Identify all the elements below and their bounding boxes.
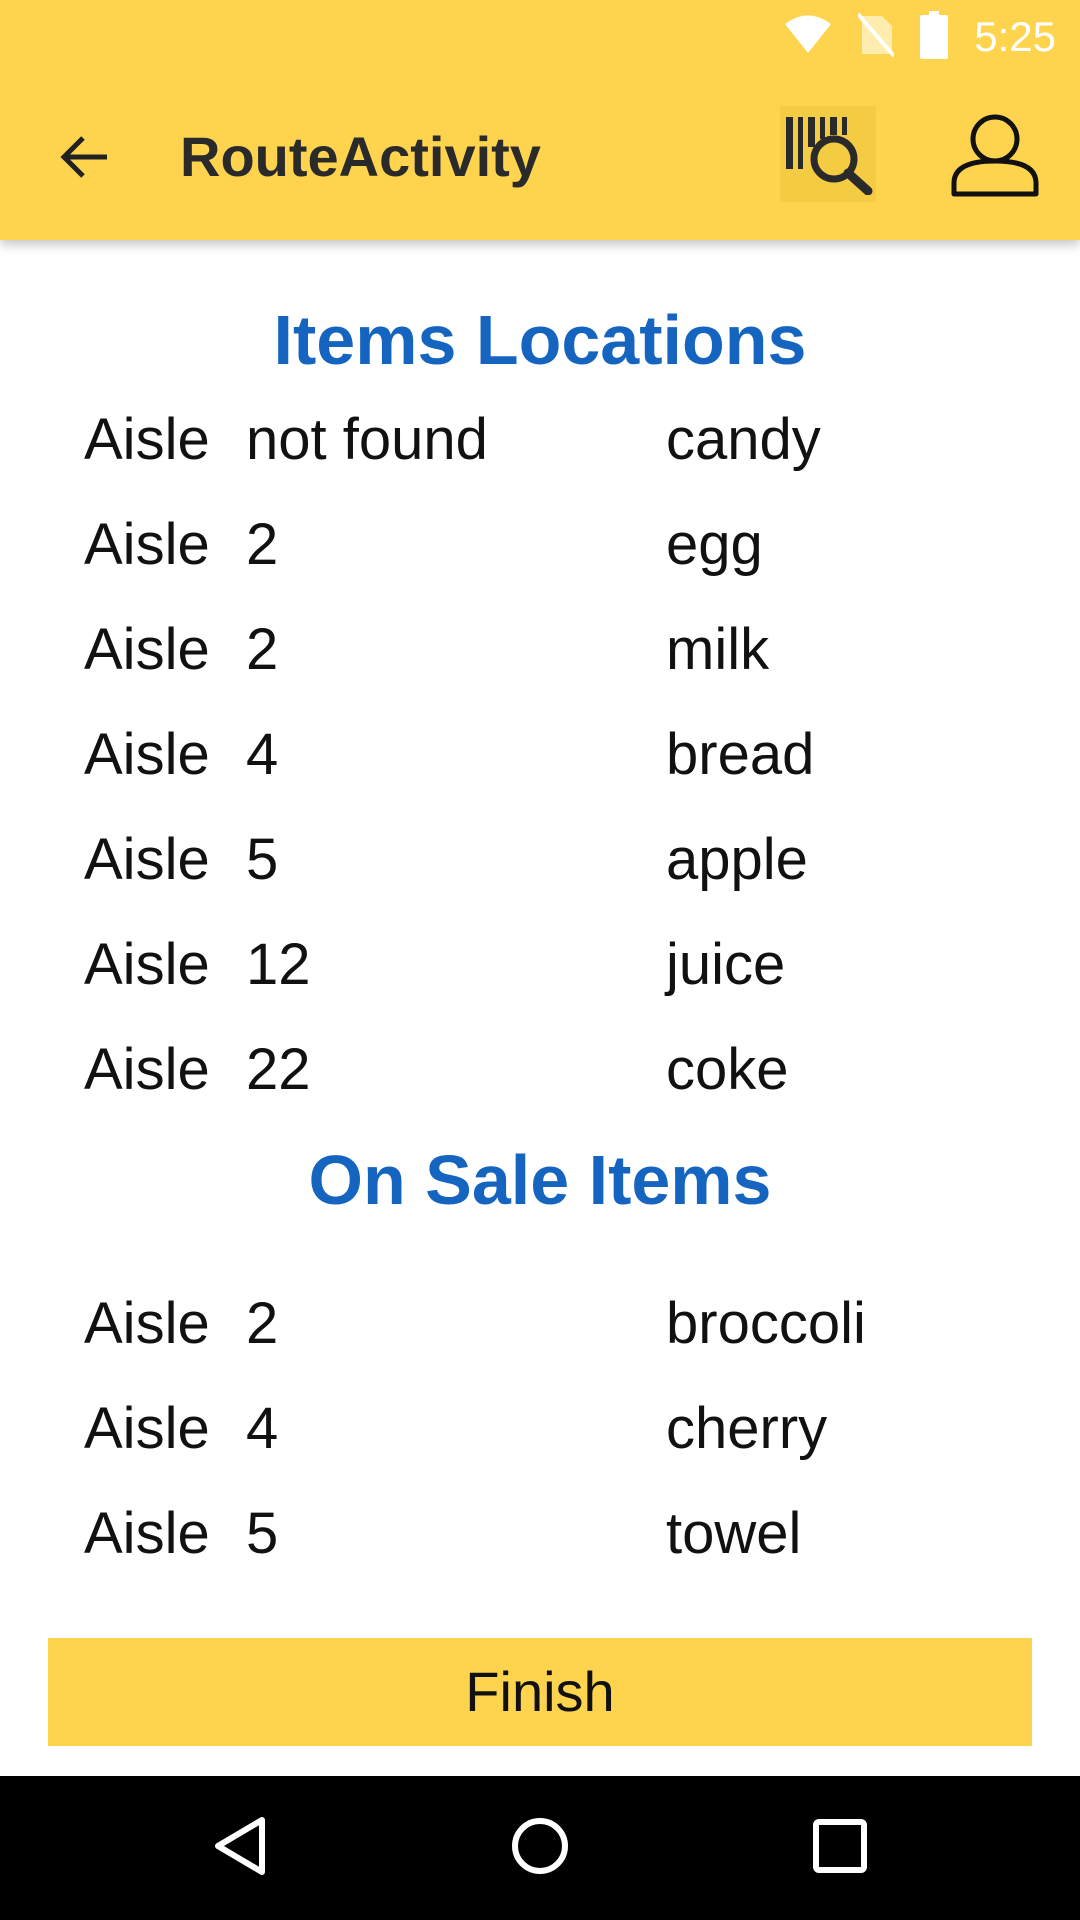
list-item: Aisle not found candy [84, 400, 1044, 480]
aisle-label: Aisle [84, 512, 210, 577]
person-icon [951, 113, 1039, 202]
route-activity-screen: 5:25 RouteActivity Items Locations Aisle… [0, 0, 1080, 1920]
item-name: towel [666, 1501, 802, 1566]
item-name: apple [666, 827, 808, 892]
toolbar: RouteActivity [0, 75, 1080, 240]
app-bar: 5:25 RouteActivity [0, 0, 1080, 240]
arrow-back-icon [59, 134, 109, 185]
item-name: cherry [666, 1396, 828, 1461]
nav-home-button[interactable] [490, 1798, 590, 1898]
list-item: Aisle 4 bread [84, 715, 1044, 795]
wifi-icon [784, 15, 832, 60]
no-sim-icon [856, 12, 896, 63]
aisle-number: 5 [246, 827, 279, 892]
aisle-number: 22 [246, 1037, 311, 1102]
barcode-search-icon [782, 109, 874, 200]
battery-icon [920, 10, 949, 64]
aisle-label: Aisle [84, 722, 210, 787]
aisle-label: Aisle [84, 407, 210, 472]
list-item: Aisle 5 towel [84, 1494, 1044, 1574]
item-name: broccoli [666, 1291, 866, 1356]
status-bar: 5:25 [0, 0, 1080, 75]
item-name: bread [666, 722, 815, 787]
item-name: milk [666, 617, 770, 682]
nav-back-button[interactable] [190, 1798, 290, 1898]
barcode-scan-button[interactable] [780, 106, 876, 202]
item-name: egg [666, 512, 763, 577]
aisle-number: 12 [246, 932, 311, 997]
nav-recents-icon [813, 1818, 867, 1878]
aisle-label: Aisle [84, 932, 210, 997]
finish-button[interactable]: Finish [48, 1638, 1032, 1746]
list-item: Aisle 2 milk [84, 610, 1044, 690]
on-sale-items-title: On Sale Items [308, 1141, 772, 1219]
aisle-label: Aisle [84, 1501, 210, 1566]
back-button[interactable] [36, 117, 132, 201]
profile-button[interactable] [945, 111, 1045, 203]
items-locations-title: Items Locations [273, 301, 807, 379]
nav-home-icon [510, 1816, 570, 1881]
aisle-label: Aisle [84, 827, 210, 892]
aisle-number: not found [246, 407, 488, 472]
list-item: Aisle 2 egg [84, 505, 1044, 585]
status-time: 5:25 [974, 13, 1056, 60]
nav-back-icon [212, 1816, 268, 1881]
item-name: coke [666, 1037, 789, 1102]
nav-recents-button[interactable] [790, 1798, 890, 1898]
list-item: Aisle 4 cherry [84, 1389, 1044, 1469]
status-icons: 5:25 [784, 10, 1056, 64]
aisle-number: 4 [246, 1396, 279, 1461]
page-title: RouteActivity [180, 125, 541, 188]
list-item: Aisle 22 coke [84, 1030, 1044, 1110]
aisle-label: Aisle [84, 1037, 210, 1102]
item-name: candy [666, 407, 821, 472]
list-item: Aisle 12 juice [84, 925, 1044, 1005]
aisle-number: 4 [246, 722, 279, 787]
aisle-label: Aisle [84, 1396, 210, 1461]
aisle-label: Aisle [84, 617, 210, 682]
list-item: Aisle 2 broccoli [84, 1284, 1044, 1364]
aisle-number: 5 [246, 1501, 279, 1566]
aisle-number: 2 [246, 1291, 279, 1356]
list-item: Aisle 5 apple [84, 820, 1044, 900]
item-name: juice [666, 932, 786, 997]
system-nav-bar [0, 1776, 1080, 1920]
aisle-number: 2 [246, 617, 279, 682]
aisle-label: Aisle [84, 1291, 210, 1356]
aisle-number: 2 [246, 512, 279, 577]
